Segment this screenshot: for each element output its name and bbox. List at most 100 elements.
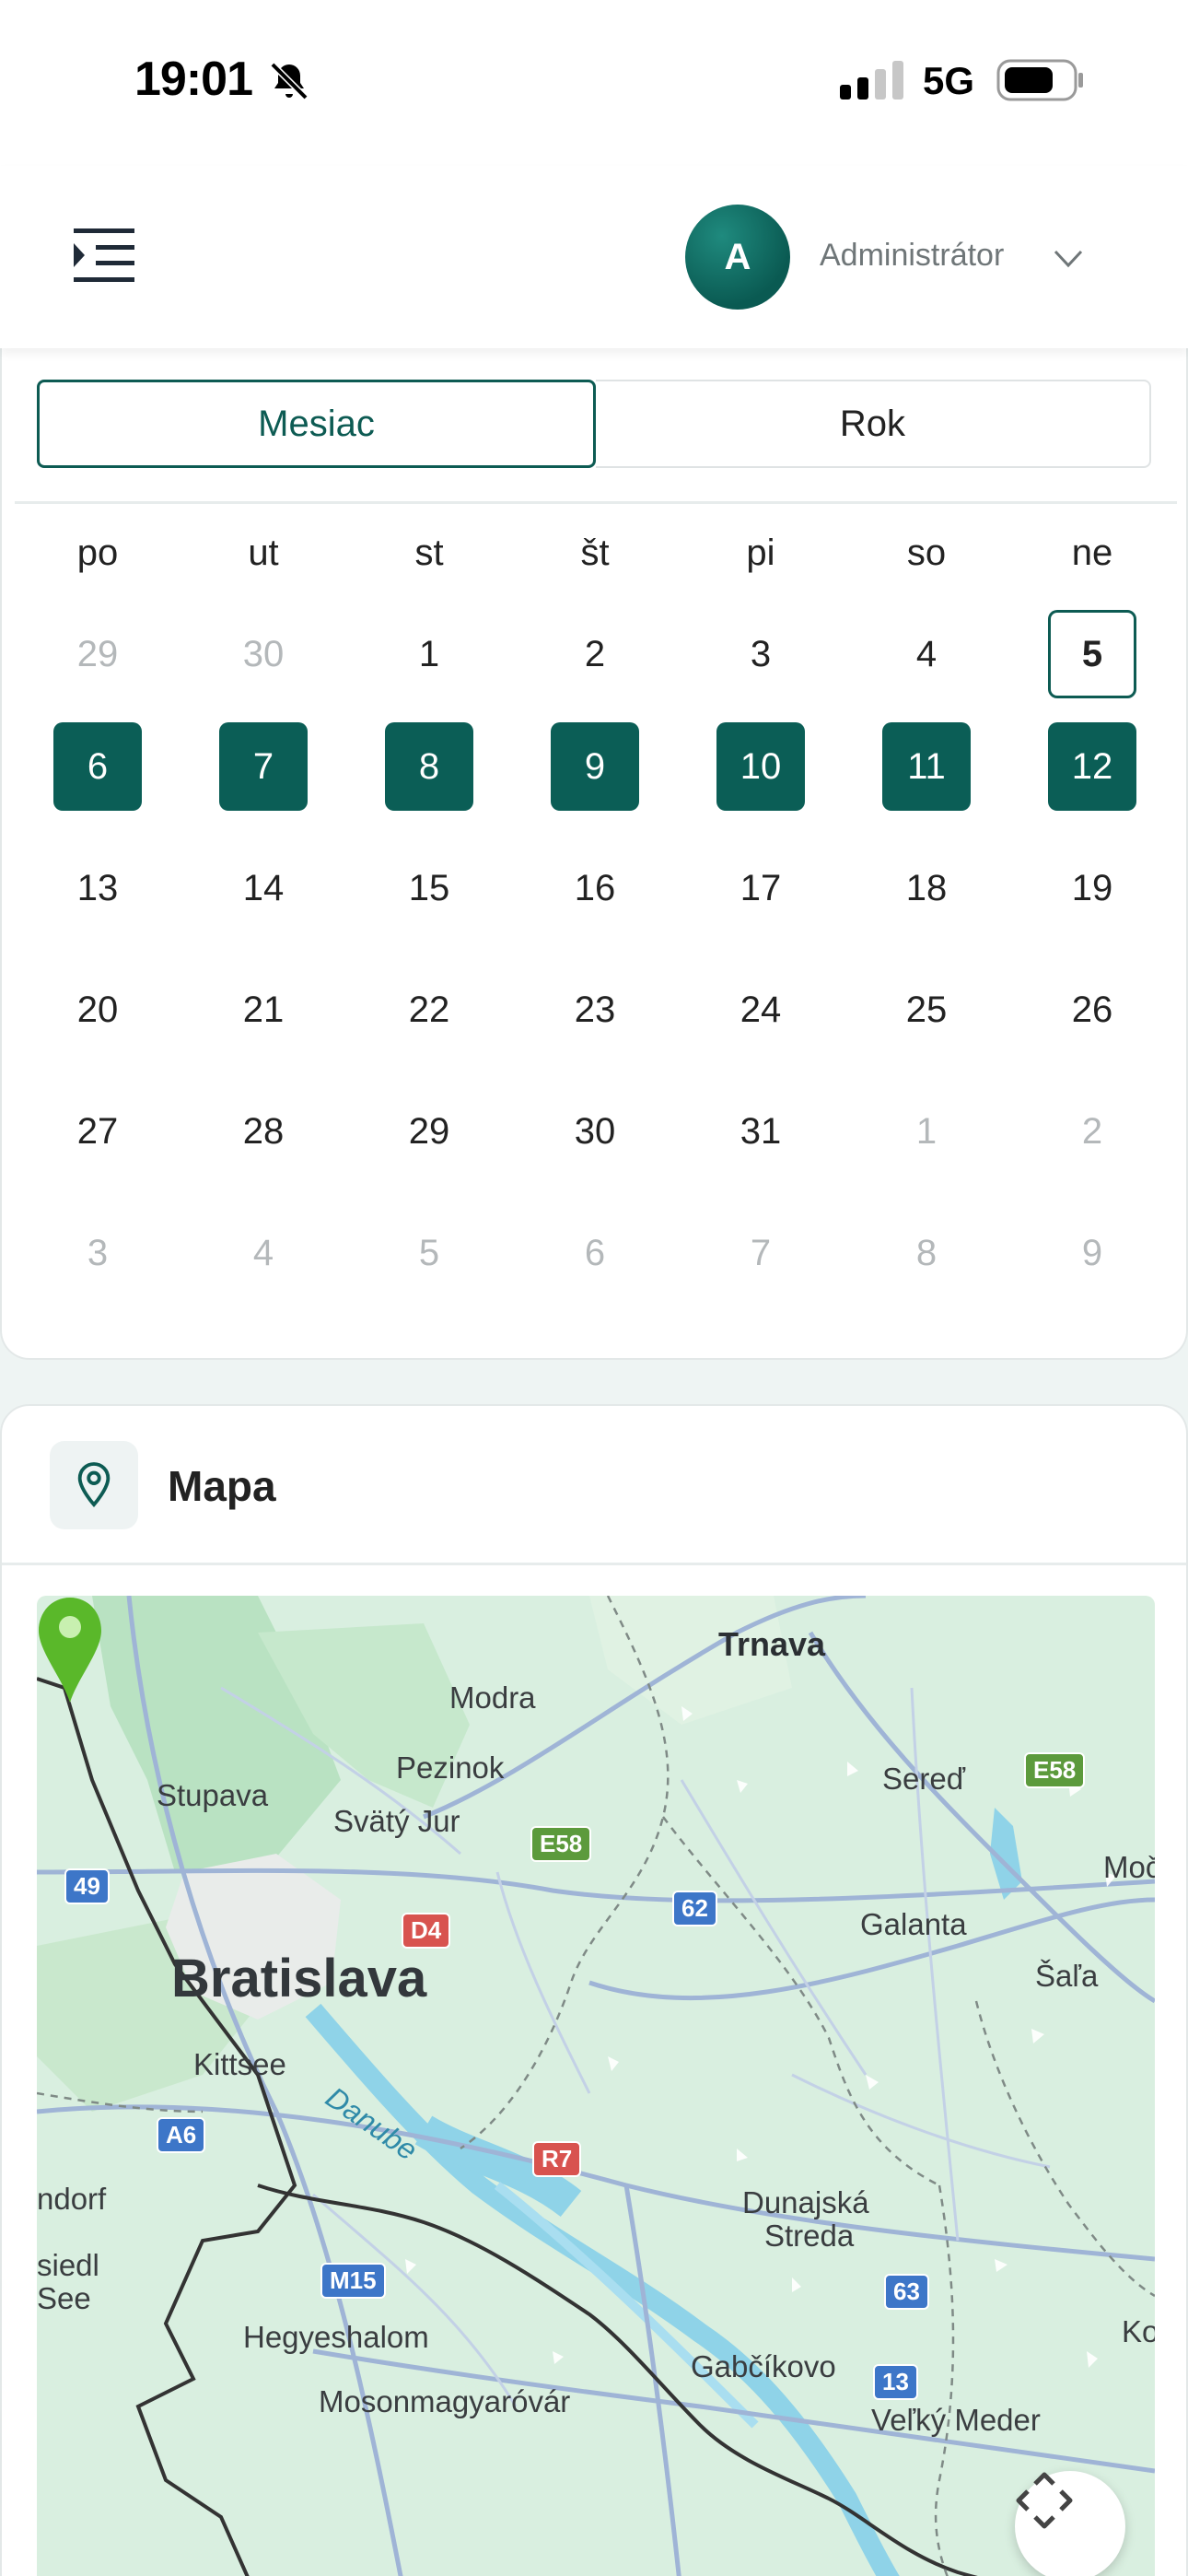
calendar-card: Mesiac Rok po ut st št pi so ne 29 30 1 2 3 4 5 6 7 8 9 1… [0,313,1188,1360]
calendar-day[interactable]: 14 [219,844,308,932]
calendar-day[interactable]: 26 [1048,966,1136,1054]
calendar-day-outside-month[interactable]: 6 [551,1209,639,1297]
map-label-galanta: Galanta [860,1907,967,1941]
calendar-day-outside-month[interactable]: 2 [1048,1087,1136,1176]
map-label-modra: Modra [449,1680,536,1715]
calendar-grid: 29 30 1 2 3 4 5 6 7 8 9 10 11 12 13 14 15 16 17 18 19 20 21 22 2… [15,610,1175,1314]
year-view-button[interactable]: Rok [596,380,1151,468]
map-title-icon-box [50,1441,138,1529]
calendar-day[interactable]: 31 [716,1087,805,1176]
road-badge-62: 62 [672,1891,717,1926]
avatar[interactable]: A [685,205,790,310]
calendar-day[interactable]: 19 [1048,844,1136,932]
calendar-day[interactable]: 2 [551,610,639,698]
map-label-mocen: Močen [1103,1850,1155,1884]
calendar-day-selected[interactable]: 11 [882,722,971,811]
map-label-ko: Ko [1122,2314,1155,2348]
road-badge-49: 49 [64,1868,110,1904]
calendar-day[interactable]: 20 [53,966,142,1054]
view-toggle: Mesiac Rok [37,380,1151,468]
calendar-day-outside-month[interactable]: 5 [385,1209,473,1297]
weekday-label: st [414,533,444,573]
weekday-label: ne [1071,533,1113,573]
map-view[interactable]: Trnava Modra Pezinok Stupava Svätý Jur S… [37,1596,1155,2576]
map-label-kittsee: Kittsee [193,2047,286,2081]
map-label-streda: Streda [764,2219,855,2253]
road-badge-e58: E58 [530,1826,592,1862]
calendar-day[interactable]: 16 [551,844,639,932]
road-badge-m15: M15 [320,2263,386,2299]
calendar-day-outside-month[interactable]: 4 [219,1209,308,1297]
calendar-week-row: 27 28 29 30 31 1 2 [15,1071,1175,1192]
calendar-day[interactable]: 28 [219,1087,308,1176]
calendar-week-row: 20 21 22 23 24 25 26 [15,949,1175,1071]
road-badge-13: 13 [873,2364,918,2400]
calendar-day[interactable]: 1 [385,610,473,698]
calendar-day[interactable]: 3 [716,610,805,698]
calendar-day[interactable]: 4 [882,610,971,698]
calendar-day-outside-month[interactable]: 3 [53,1209,142,1297]
calendar-day[interactable]: 18 [882,844,971,932]
calendar-day-selected[interactable]: 6 [53,722,142,811]
map-label-mosonmagyarovar: Mosonmagyaróvár [319,2384,571,2418]
map-label-siedl: siedl [37,2248,99,2282]
menu-indent-icon[interactable] [72,227,136,284]
map-label-trnava: Trnava [718,1625,826,1663]
calendar-day-selected[interactable]: 7 [219,722,308,811]
calendar-day[interactable]: 29 [385,1087,473,1176]
map-label-svaty-jur: Svätý Jur [333,1804,460,1838]
calendar-divider [15,501,1177,504]
map-label-ndorf: ndorf [37,2182,107,2216]
calendar-day[interactable]: 25 [882,966,971,1054]
weekday-label: pi [746,533,775,573]
user-name[interactable]: Administrátor [820,238,1004,274]
calendar-day-outside-month[interactable]: 1 [882,1087,971,1176]
map-label-sala: Šaľa [1035,1959,1099,1993]
map-recenter-button[interactable] [1015,2471,1125,2576]
calendar-week-row: 3456789 [15,1192,1175,1314]
calendar-day[interactable]: 15 [385,844,473,932]
network-type: 5G [923,59,975,102]
calendar-day-selected[interactable]: 9 [551,722,639,811]
weekday-header: po ut st št pi so ne [15,533,1175,588]
location-pin-icon [77,1462,111,1507]
weekday-label: so [906,533,947,573]
calendar-day[interactable]: 30 [551,1087,639,1176]
status-time: 19:01 [134,53,253,106]
calendar-day-today[interactable]: 5 [1048,610,1136,698]
calendar-week-row: 6 7 8 9 10 11 12 [15,706,1175,827]
calendar-day[interactable]: 24 [716,966,805,1054]
map-label-dunajska: Dunajská [742,2185,869,2219]
calendar-day-outside-month[interactable]: 30 [219,610,308,698]
month-view-button[interactable]: Mesiac [37,380,596,468]
calendar-day[interactable]: 21 [219,966,308,1054]
calendar-day[interactable]: 17 [716,844,805,932]
map-label-sered: Sereď [882,1762,965,1796]
map-marker-icon[interactable] [37,1596,103,1704]
weekday-label: ut [248,533,279,573]
weekday-label: št [580,533,610,573]
calendar-day-selected[interactable]: 12 [1048,722,1136,811]
calendar-day[interactable]: 23 [551,966,639,1054]
road-badge-r7: R7 [532,2141,582,2177]
calendar-day-outside-month[interactable]: 8 [882,1209,971,1297]
calendar-day-selected[interactable]: 10 [716,722,805,811]
map-label-hegyeshalom: Hegyeshalom [243,2320,429,2354]
calendar-day-outside-month[interactable]: 29 [53,610,142,698]
calendar-day-outside-month[interactable]: 7 [716,1209,805,1297]
calendar-day[interactable]: 27 [53,1087,142,1176]
weekday-label: po [76,533,119,573]
map-card: Mapa Trnava Modra Pezinok Stupava Svätý … [0,1404,1188,2576]
calendar-day-outside-month[interactable]: 9 [1048,1209,1136,1297]
calendar-day[interactable]: 22 [385,966,473,1054]
recenter-icon [1016,2472,1073,2529]
chevron-down-icon[interactable] [1052,241,1085,275]
signal-icon [840,61,903,100]
bell-off-icon [270,62,309,100]
map-label-see: See [37,2281,91,2315]
calendar-day[interactable]: 13 [53,844,142,932]
map-label-gabcikovo: Gabčíkovo [691,2349,836,2383]
calendar-day-selected[interactable]: 8 [385,722,473,811]
map-divider [2,1563,1186,1565]
battery-icon [996,59,1083,101]
